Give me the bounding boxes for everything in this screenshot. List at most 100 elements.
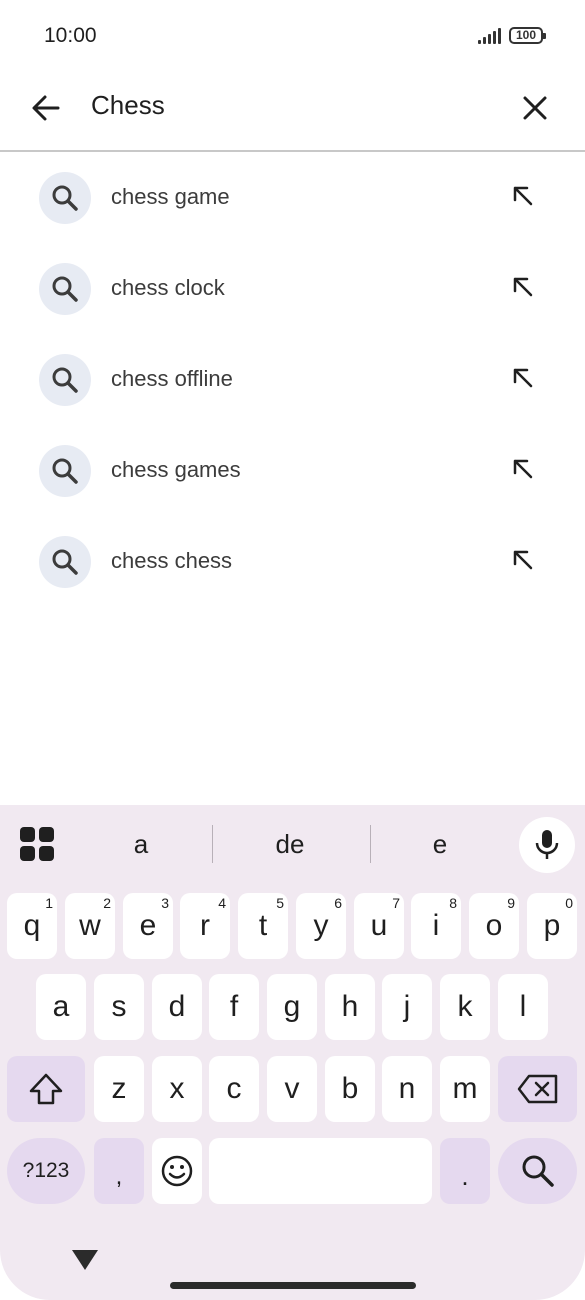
word-suggestion[interactable]: a bbox=[91, 829, 191, 860]
period-key[interactable]: . bbox=[440, 1138, 490, 1204]
suggestion-item[interactable]: chess clock bbox=[0, 243, 585, 334]
emoji-key[interactable] bbox=[152, 1138, 202, 1204]
key-v[interactable]: v bbox=[267, 1056, 317, 1122]
key-x[interactable]: x bbox=[152, 1056, 202, 1122]
search-icon bbox=[522, 1155, 554, 1187]
key-hint: 2 bbox=[103, 895, 111, 911]
status-bar: 10:00 100 bbox=[0, 0, 585, 72]
key-n[interactable]: n bbox=[382, 1056, 432, 1122]
key-i[interactable]: i8 bbox=[411, 893, 461, 959]
divider bbox=[370, 825, 371, 863]
on-screen-keyboard: a de e q1 w2 e3 r4 t5 y6 u7 i8 o9 p0 a s… bbox=[0, 805, 585, 1300]
key-k[interactable]: k bbox=[440, 974, 490, 1040]
arrow-up-left-icon[interactable] bbox=[507, 362, 539, 394]
key-t[interactable]: t5 bbox=[238, 893, 288, 959]
arrow-up-left-icon[interactable] bbox=[507, 544, 539, 576]
arrow-up-left-icon[interactable] bbox=[507, 180, 539, 212]
key-o[interactable]: o9 bbox=[469, 893, 519, 959]
key-hint: 0 bbox=[565, 895, 573, 911]
key-a[interactable]: a bbox=[36, 974, 86, 1040]
key-hint: 9 bbox=[507, 895, 515, 911]
arrow-left-icon bbox=[32, 95, 60, 121]
apps-grid-icon[interactable] bbox=[20, 827, 56, 863]
key-label: y bbox=[313, 909, 329, 942]
backspace-icon bbox=[517, 1074, 557, 1104]
key-hint: 6 bbox=[334, 895, 342, 911]
key-g[interactable]: g bbox=[267, 974, 317, 1040]
symbols-key[interactable]: ?123 bbox=[7, 1138, 85, 1204]
key-label: q bbox=[23, 909, 41, 942]
key-label: u bbox=[370, 909, 388, 942]
key-q[interactable]: q1 bbox=[7, 893, 57, 959]
search-icon bbox=[39, 263, 91, 315]
key-label: t bbox=[258, 909, 268, 942]
suggestion-item[interactable]: chess games bbox=[0, 425, 585, 516]
suggestion-item[interactable]: chess chess bbox=[0, 516, 585, 607]
microphone-icon bbox=[535, 830, 559, 859]
key-hint: 8 bbox=[449, 895, 457, 911]
clear-search-button[interactable] bbox=[515, 88, 555, 128]
key-e[interactable]: e3 bbox=[123, 893, 173, 959]
search-icon bbox=[39, 536, 91, 588]
microphone-button[interactable] bbox=[519, 817, 575, 873]
suggestion-label: chess chess bbox=[111, 548, 233, 573]
hide-keyboard-button[interactable] bbox=[70, 1248, 100, 1272]
key-hint: 3 bbox=[161, 895, 169, 911]
search-input[interactable]: Chess bbox=[91, 90, 165, 121]
emoji-icon bbox=[161, 1155, 193, 1187]
search-icon bbox=[39, 354, 91, 406]
key-u[interactable]: u7 bbox=[354, 893, 404, 959]
key-hint: 5 bbox=[276, 895, 284, 911]
key-label: o bbox=[485, 909, 503, 942]
search-action-key[interactable] bbox=[498, 1138, 577, 1204]
key-d[interactable]: d bbox=[152, 974, 202, 1040]
search-icon bbox=[39, 172, 91, 224]
key-label: i bbox=[432, 909, 440, 942]
key-label: w bbox=[79, 909, 101, 942]
triangle-down-icon bbox=[72, 1250, 98, 1270]
suggestion-item[interactable]: chess offline bbox=[0, 334, 585, 425]
key-hint: 7 bbox=[392, 895, 400, 911]
back-button[interactable] bbox=[26, 88, 66, 128]
search-icon bbox=[39, 445, 91, 497]
key-p[interactable]: p0 bbox=[527, 893, 577, 959]
key-h[interactable]: h bbox=[325, 974, 375, 1040]
key-z[interactable]: z bbox=[94, 1056, 144, 1122]
key-w[interactable]: w2 bbox=[65, 893, 115, 959]
key-y[interactable]: y6 bbox=[296, 893, 346, 959]
key-c[interactable]: c bbox=[209, 1056, 259, 1122]
home-indicator[interactable] bbox=[170, 1282, 416, 1289]
key-hint: 4 bbox=[218, 895, 226, 911]
key-f[interactable]: f bbox=[209, 974, 259, 1040]
divider bbox=[212, 825, 213, 863]
suggestion-label: chess game bbox=[111, 184, 230, 209]
word-suggestion[interactable]: e bbox=[390, 829, 490, 860]
key-s[interactable]: s bbox=[94, 974, 144, 1040]
arrow-up-left-icon[interactable] bbox=[507, 453, 539, 485]
key-r[interactable]: r4 bbox=[180, 893, 230, 959]
backspace-key[interactable] bbox=[498, 1056, 577, 1122]
status-icons: 100 bbox=[478, 26, 546, 44]
signal-icon bbox=[478, 26, 501, 44]
key-label: e bbox=[139, 909, 157, 942]
key-l[interactable]: l bbox=[498, 974, 548, 1040]
comma-key[interactable]: , bbox=[94, 1138, 144, 1204]
word-suggestion[interactable]: de bbox=[240, 829, 340, 860]
suggestion-label: chess offline bbox=[111, 366, 233, 391]
key-hint: 1 bbox=[45, 895, 53, 911]
key-m[interactable]: m bbox=[440, 1056, 490, 1122]
key-j[interactable]: j bbox=[382, 974, 432, 1040]
arrow-up-left-icon[interactable] bbox=[507, 271, 539, 303]
shift-icon bbox=[29, 1073, 63, 1105]
status-time: 10:00 bbox=[44, 24, 97, 47]
space-bar[interactable] bbox=[209, 1138, 432, 1204]
suggestion-list: chess game chess clock chess offline che… bbox=[0, 152, 585, 607]
close-icon bbox=[523, 96, 547, 120]
suggestion-label: chess clock bbox=[111, 275, 225, 300]
key-b[interactable]: b bbox=[325, 1056, 375, 1122]
shift-key[interactable] bbox=[7, 1056, 85, 1122]
suggestion-item[interactable]: chess game bbox=[0, 152, 585, 243]
keyboard-toolbar: a de e bbox=[0, 805, 585, 885]
key-label: p bbox=[543, 909, 561, 942]
suggestion-label: chess games bbox=[111, 457, 241, 482]
